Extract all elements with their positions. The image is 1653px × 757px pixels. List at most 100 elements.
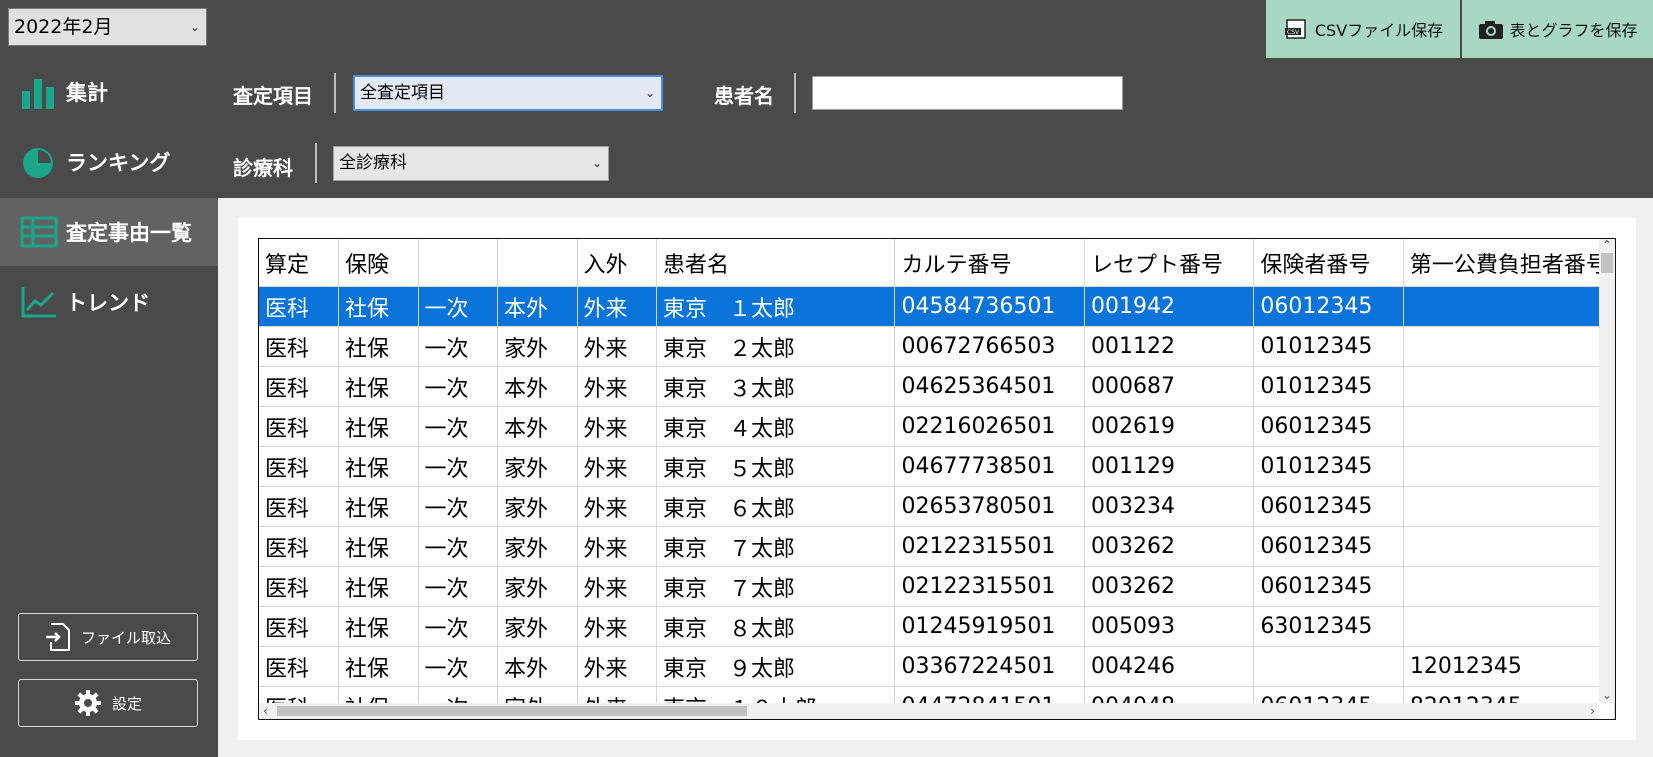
table-cell: 社保 (338, 646, 419, 687)
department-select[interactable]: 全診療科 ⌄ (333, 146, 609, 181)
settings-button[interactable]: 設定 (18, 679, 198, 727)
table-cell: 一次 (418, 286, 498, 327)
patient-name-input[interactable] (812, 76, 1123, 110)
column-header[interactable]: 保険者番号 (1253, 239, 1404, 287)
table-cell: 社保 (338, 486, 419, 527)
vertical-scrollbar[interactable]: ⌃ ⌄ (1599, 239, 1615, 703)
table-row[interactable]: 医科 社保 一次 家外 外来 東京 ５太郎 04677738501 001129 0101234… (259, 446, 1615, 487)
scroll-right-icon[interactable]: › (1590, 703, 1595, 719)
table-cell: 外来 (577, 366, 657, 407)
file-import-icon (45, 623, 70, 651)
table-cell: 外来 (577, 646, 657, 687)
table-cell: 03367224501 (894, 646, 1085, 687)
chevron-down-icon: ⌄ (189, 20, 200, 34)
column-header[interactable]: レセプト番号 (1084, 239, 1255, 287)
table-row[interactable]: 医科 社保 一次 本外 外来 東京 ３太郎 04625364501 000687 0101234… (259, 366, 1615, 407)
column-header[interactable]: 算定 (259, 239, 339, 287)
department-label: 診療科 (233, 156, 293, 180)
chevron-down-icon: ⌄ (591, 156, 602, 170)
assessment-item-value: 全査定項目 (360, 83, 445, 103)
table-cell: 外来 (577, 406, 657, 447)
file-import-button[interactable]: ファイル取込 (18, 613, 198, 661)
table-cell: 一次 (418, 406, 498, 447)
vertical-scroll-thumb[interactable] (1601, 253, 1613, 273)
horizontal-scroll-thumb[interactable] (277, 706, 747, 716)
table-cell: 04584736501 (894, 286, 1085, 327)
nav-ranking[interactable]: ランキング (0, 128, 218, 196)
column-header[interactable]: 第一公費負担者番号 (1403, 239, 1615, 287)
column-header[interactable] (497, 239, 578, 287)
column-header[interactable]: 患者名 (656, 239, 896, 287)
table-cell: 一次 (418, 566, 498, 607)
table-cell: 家外 (497, 446, 578, 487)
table-cell: 004246 (1084, 646, 1255, 687)
nav-list[interactable]: 査定事由一覧 (0, 198, 218, 266)
table-cell: 東京 ４太郎 (656, 406, 896, 447)
table-cell: 04677738501 (894, 446, 1085, 487)
settings-label: 設定 (111, 694, 142, 713)
table-cell: 東京 ９太郎 (656, 646, 896, 687)
chevron-down-icon: ⌄ (644, 86, 655, 100)
table-row[interactable]: 医科 社保 一次 家外 外来 東京 ７太郎 02122315501 003262 0601234… (259, 566, 1615, 607)
column-header[interactable]: カルテ番号 (894, 239, 1085, 287)
horizontal-scrollbar[interactable]: ‹ › (259, 703, 1599, 719)
nav-summary[interactable]: 集計 (0, 58, 218, 126)
table-cell: 06012345 (1253, 526, 1404, 567)
scroll-down-icon[interactable]: ⌄ (1602, 687, 1612, 703)
table-row[interactable]: 医科 社保 一次 家外 外来 東京 ８太郎 01245919501 005093 6301234… (259, 606, 1615, 647)
nav-trend-label: トレンド (66, 291, 150, 315)
table-cell: 医科 (259, 606, 339, 647)
divider (794, 73, 796, 113)
table-cell: 本外 (497, 286, 578, 327)
table-row[interactable]: 医科 社保 一次 本外 外来 東京 ４太郎 02216026501 002619 0601234… (259, 406, 1615, 447)
table-cell: 社保 (338, 446, 419, 487)
table-cell: 一次 (418, 606, 498, 647)
table-cell: 家外 (497, 326, 578, 367)
table-cell: 東京 ２太郎 (656, 326, 896, 367)
assessment-table[interactable]: 算定 保険 入外 患者名 カルテ番号 レセプト番号 保険者番号 第一公費負担者番… (258, 238, 1616, 720)
table-cell: 003262 (1084, 566, 1255, 607)
file-import-label: ファイル取込 (80, 628, 171, 647)
camera-icon (1479, 21, 1504, 39)
table-row[interactable]: 医科 社保 一次 家外 外来 東京 ７太郎 02122315501 003262 0601234… (259, 526, 1615, 567)
patient-name-label: 患者名 (714, 84, 774, 108)
column-header[interactable]: 入外 (577, 239, 657, 287)
scroll-left-icon[interactable]: ‹ (263, 703, 268, 719)
table-cell: 02653780501 (894, 486, 1085, 527)
table-row[interactable]: 医科 社保 一次 本外 外来 東京 ９太郎 03367224501 004246 1201234… (259, 646, 1615, 687)
nav-trend[interactable]: トレンド (0, 268, 218, 336)
table-row[interactable]: 医科 社保 一次 本外 外来 東京 １太郎 04584736501 001942 0601234… (259, 286, 1615, 327)
nav-list-label: 査定事由一覧 (66, 221, 192, 245)
table-row[interactable]: 医科 社保 一次 家外 外来 東京 ６太郎 02653780501 003234 0601234… (259, 486, 1615, 527)
table-cell: 一次 (418, 526, 498, 567)
column-header[interactable] (418, 239, 498, 287)
assessment-table-body: 算定 保険 入外 患者名 カルテ番号 レセプト番号 保険者番号 第一公費負担者番… (259, 239, 1615, 719)
scroll-up-icon[interactable]: ⌃ (1602, 239, 1612, 253)
table-cell (1403, 526, 1615, 567)
table-cell: 家外 (497, 606, 578, 647)
divider (315, 143, 317, 183)
table-cell: 本外 (497, 406, 578, 447)
nav-summary-label: 集計 (66, 81, 108, 105)
table-cell: 東京 ７太郎 (656, 566, 896, 607)
nav-ranking-label: ランキング (66, 151, 171, 175)
table-cell: 医科 (259, 526, 339, 567)
table-cell: 003234 (1084, 486, 1255, 527)
table-row[interactable]: 医科 社保 一次 家外 外来 東京 ２太郎 00672766503 001122 0101234… (259, 326, 1615, 367)
month-select[interactable]: 2022年2月 ⌄ (8, 8, 207, 46)
table-cell: 社保 (338, 286, 419, 327)
table-cell: 01012345 (1253, 446, 1404, 487)
table-cell: 家外 (497, 526, 578, 567)
table-cell: 医科 (259, 646, 339, 687)
table-cell: 外来 (577, 486, 657, 527)
assessment-item-select[interactable]: 全査定項目 ⌄ (353, 75, 663, 111)
save-table-graph-button[interactable]: 表とグラフを保存 (1462, 0, 1653, 58)
table-cell: 01012345 (1253, 326, 1404, 367)
table-cell: 一次 (418, 446, 498, 487)
table-cell (1403, 566, 1615, 607)
column-header[interactable]: 保険 (338, 239, 419, 287)
csv-save-button[interactable]: CSV CSVファイル保存 (1266, 0, 1460, 58)
table-cell: 06012345 (1253, 406, 1404, 447)
table-cell (1403, 366, 1615, 407)
table-cell: 東京 ７太郎 (656, 526, 896, 567)
